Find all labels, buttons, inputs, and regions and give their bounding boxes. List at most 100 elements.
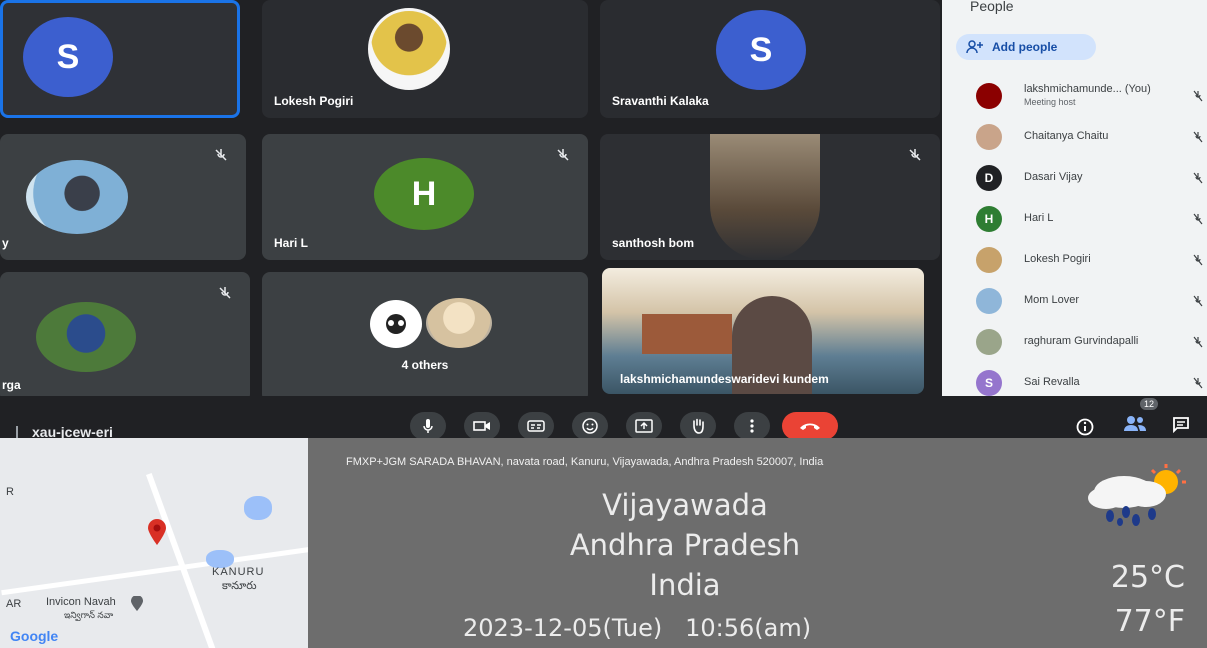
temperature-fahrenheit: 77°F — [1114, 604, 1185, 639]
tile-s-pinned[interactable]: S — [0, 0, 240, 118]
tile-durga[interactable]: rga — [0, 272, 250, 402]
present-screen-icon — [635, 419, 653, 433]
host-video-building — [642, 314, 732, 354]
participant-avatar — [976, 124, 1002, 150]
avatar-s: S — [23, 17, 113, 97]
google-logo: Google — [10, 628, 59, 644]
datetime-label: 2023-12-05(Tue) 10:56(am) — [463, 614, 812, 642]
captions-button[interactable] — [518, 412, 554, 440]
map-edge-label-bottom: AR — [6, 598, 22, 610]
tile-name-sravanthi: Sravanthi Kalaka — [612, 94, 709, 108]
map-place-marker-icon — [131, 596, 143, 611]
participant-name: Chaitanya Chaitu — [1024, 130, 1109, 142]
people-icon[interactable] — [1122, 414, 1148, 432]
add-person-icon — [966, 40, 983, 54]
participant-row[interactable]: Mom Lover — [942, 281, 1207, 321]
monkey-avatar-icon — [386, 314, 406, 334]
participant-avatar: H — [976, 206, 1002, 232]
tile-others[interactable]: 4 others — [262, 272, 588, 402]
city-label: Vijayawada — [602, 488, 768, 522]
map-place-kanuru: KANURU — [212, 566, 265, 578]
participant-row[interactable]: Lokesh Pogiri — [942, 240, 1207, 280]
temperature-celsius: 25°C — [1110, 560, 1185, 595]
country-label: India — [649, 568, 721, 602]
map-place-kanuru-te: కానూరు — [222, 580, 257, 592]
tile-left-photo[interactable]: y — [0, 134, 246, 260]
emoji-button[interactable] — [572, 412, 608, 440]
participant-mic-off-icon[interactable] — [1193, 172, 1203, 184]
camera-icon — [473, 421, 490, 431]
participant-name: Dasari Vijay — [1024, 171, 1083, 183]
more-options-button[interactable] — [734, 412, 770, 440]
tile-name-durga: rga — [2, 378, 21, 392]
mic-off-icon — [215, 149, 227, 161]
durga-avatar-photo — [36, 302, 136, 372]
mic-off-icon — [557, 149, 569, 161]
participant-mic-off-icon[interactable] — [1193, 90, 1203, 102]
map-pin-icon — [148, 519, 166, 545]
tile-host-video[interactable]: lakshmichamundeswaridevi kundem — [602, 268, 924, 394]
map-place-invicon: Invicon Navah — [46, 596, 116, 608]
state-label: Andhra Pradesh — [569, 528, 801, 562]
tile-name-hari: Hari L — [274, 236, 309, 250]
add-people-label: Add people — [992, 40, 1058, 54]
tile-santhosh[interactable]: santhosh bom — [600, 134, 940, 260]
participant-mic-off-icon[interactable] — [1193, 377, 1203, 389]
participant-mic-off-icon[interactable] — [1193, 213, 1203, 225]
participant-name: raghuram Gurvindapalli — [1024, 335, 1139, 347]
avatar-hari: H — [374, 158, 474, 230]
hang-up-icon — [800, 423, 820, 430]
participant-mic-off-icon[interactable] — [1193, 336, 1203, 348]
address-line: FMXP+JGM SARADA BHAVAN, navata road, Kan… — [346, 456, 824, 468]
raise-hand-button[interactable] — [680, 412, 716, 440]
participant-row[interactable]: H Hari L — [942, 199, 1207, 239]
captions-icon — [527, 420, 545, 432]
mic-button[interactable] — [410, 412, 446, 440]
others-avatar-1 — [370, 300, 422, 348]
mic-icon — [423, 419, 433, 433]
participant-mic-off-icon[interactable] — [1193, 295, 1203, 307]
people-panel: People Add people lakshmichamunde... (Yo… — [942, 0, 1207, 396]
participant-row[interactable]: raghuram Gurvindapalli — [942, 322, 1207, 362]
participant-avatar — [976, 288, 1002, 314]
map-thumbnail: KANURU కానూరు Invicon Navah ఇన్విగాన్ నవ… — [0, 438, 308, 648]
others-label: 4 others — [401, 358, 449, 372]
lokesh-avatar-photo — [368, 8, 450, 90]
participant-name: lakshmichamunde... (You) — [1024, 83, 1151, 95]
map-place-invicon-te: ఇన్విగాన్ నవా — [64, 610, 114, 620]
control-bar: xau-jcew-eri 12 — [0, 396, 1207, 442]
avatar-sravanthi: S — [716, 10, 806, 90]
emoji-icon — [582, 418, 598, 434]
participant-mic-off-icon[interactable] — [1193, 254, 1203, 266]
participant-row[interactable]: D Dasari Vijay — [942, 158, 1207, 198]
add-people-button[interactable]: Add people — [956, 34, 1096, 60]
people-count-badge: 12 — [1140, 398, 1159, 410]
chat-icon[interactable] — [1172, 416, 1190, 434]
end-call-button[interactable] — [782, 412, 838, 440]
map-edge-label-top: R — [6, 486, 14, 498]
participant-row[interactable]: Chaitanya Chaitu — [942, 117, 1207, 157]
tile-hari[interactable]: H Hari L — [262, 134, 588, 260]
present-button[interactable] — [626, 412, 662, 440]
participant-row[interactable]: lakshmichamunde... (You) Meeting host — [942, 76, 1207, 116]
more-vert-icon — [750, 419, 754, 433]
participant-mic-off-icon[interactable] — [1193, 131, 1203, 143]
participant-name: Sai Revalla — [1024, 376, 1080, 388]
tile-name-left: y — [2, 236, 9, 250]
info-icon[interactable] — [1076, 418, 1094, 436]
meet-window: S Lokesh Pogiri S Sravanthi Kalaka y H H… — [0, 0, 1207, 440]
participant-avatar: S — [976, 370, 1002, 396]
mic-off-icon — [909, 149, 921, 161]
tile-name-host: lakshmichamundeswaridevi kundem — [620, 372, 829, 386]
participant-photo — [26, 160, 128, 234]
weather-rain-sun-icon — [1088, 464, 1186, 526]
participant-name: Lokesh Pogiri — [1024, 253, 1091, 265]
participant-avatar — [976, 329, 1002, 355]
map-water — [244, 496, 272, 520]
camera-button[interactable] — [464, 412, 500, 440]
participant-avatar — [976, 247, 1002, 273]
tile-name-santhosh: santhosh bom — [612, 236, 695, 250]
tile-lokesh[interactable]: Lokesh Pogiri — [262, 0, 588, 118]
tile-sravanthi[interactable]: S Sravanthi Kalaka — [600, 0, 940, 118]
participant-avatar: D — [976, 165, 1002, 191]
